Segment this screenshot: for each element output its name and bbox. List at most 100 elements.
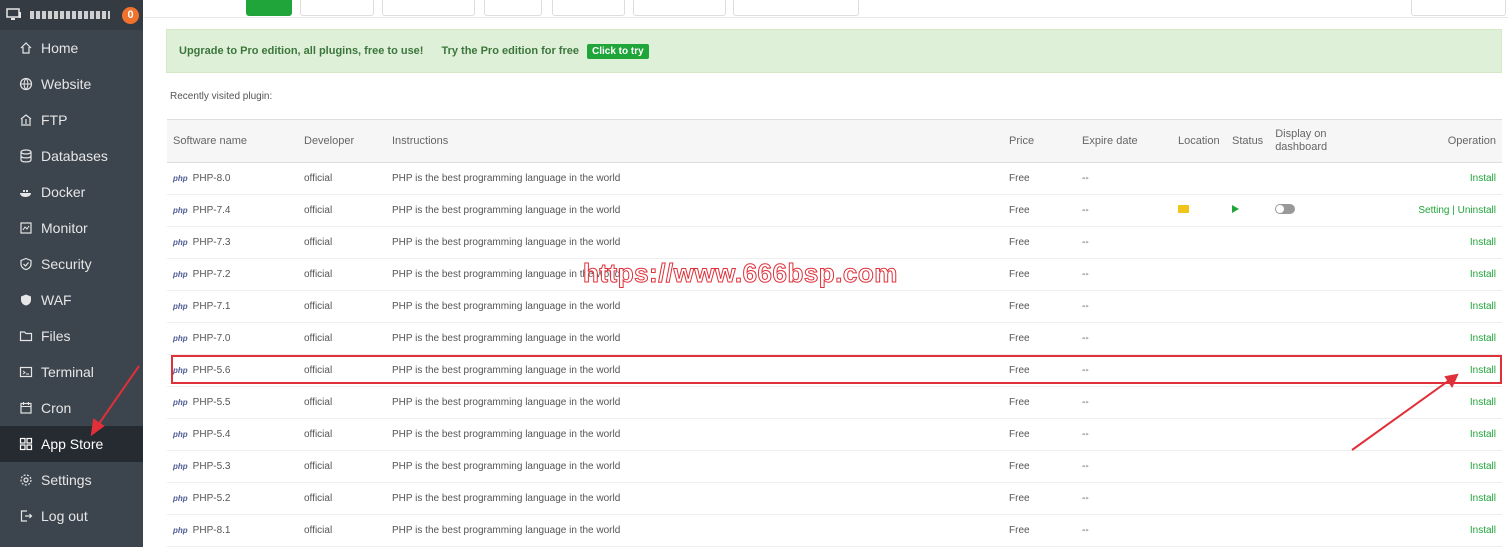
software-name-cell[interactable]: php PHP-7.2 [167,258,298,291]
database-icon [19,149,33,163]
install-link[interactable]: Install [1470,429,1496,440]
location-cell [1172,162,1226,195]
sidebar-item-terminal[interactable]: Terminal [0,354,143,390]
sidebar-item-monitor[interactable]: Monitor [0,210,143,246]
dashboard-cell [1269,354,1350,387]
logout-icon [19,509,33,523]
developer-cell: official [298,226,386,259]
instructions-cell: PHP is the best programming language in … [386,226,1003,259]
dashboard-toggle[interactable] [1275,204,1296,214]
install-link[interactable]: Install [1470,333,1496,344]
instructions-cell: PHP is the best programming language in … [386,482,1003,515]
software-name: PHP-7.2 [192,269,231,280]
operation-cell: Install [1349,354,1502,387]
location-cell [1172,290,1226,323]
php-logo-icon: php [173,366,188,375]
table-body: php PHP-8.0 official PHP is the best progra… [167,162,1502,547]
tab-category[interactable] [552,0,625,16]
sidebar-item-databases[interactable]: Databases [0,138,143,174]
software-name: PHP-7.4 [192,205,231,216]
sidebar-item-docker[interactable]: Docker [0,174,143,210]
sidebar-item-label: Docker [41,184,86,200]
folder-icon[interactable] [1178,205,1189,213]
sidebar-item-log-out[interactable]: Log out [0,498,143,534]
software-name-cell[interactable]: php PHP-5.4 [167,418,298,451]
install-link[interactable]: Install [1470,493,1496,504]
operation-cell: Install [1349,386,1502,419]
install-link[interactable]: Install [1470,173,1496,184]
software-name-cell[interactable]: php PHP-5.5 [167,386,298,419]
sidebar-item-label: Cron [41,400,72,416]
install-link[interactable]: Install [1470,301,1496,312]
sidebar-item-waf[interactable]: WAF [0,282,143,318]
status-cell [1226,450,1270,483]
tab-category[interactable] [300,0,374,16]
software-name: PHP-5.4 [192,429,231,440]
expire-date-cell: -- [1076,162,1172,195]
tab-category[interactable] [633,0,726,16]
status-cell [1226,354,1270,387]
install-link[interactable]: Install [1470,237,1496,248]
sidebar-item-settings[interactable]: Settings [0,462,143,498]
waf-shield-icon [19,293,33,307]
grid-icon [19,437,33,451]
shield-icon [19,257,33,271]
instructions-cell: PHP is the best programming language in … [386,386,1003,419]
software-name-cell[interactable]: php PHP-5.6 [167,354,298,387]
software-name-cell[interactable]: php PHP-5.3 [167,450,298,483]
software-name-cell[interactable]: php PHP-7.0 [167,322,298,355]
status-cell [1226,162,1270,195]
software-name-cell[interactable]: php PHP-7.3 [167,226,298,259]
sidebar-item-ftp[interactable]: FTP [0,102,143,138]
install-link[interactable]: Install [1470,525,1496,536]
sidebar-item-label: Files [41,328,71,344]
globe-icon [19,77,33,91]
dashboard-cell [1269,418,1350,451]
ftp-icon [19,113,33,127]
col-expire-date: Expire date [1076,119,1172,163]
instructions-cell: PHP is the best programming language in … [386,258,1003,291]
click-to-try-button[interactable]: Click to try [587,43,649,59]
sidebar-item-security[interactable]: Security [0,246,143,282]
operation-cell: Install [1349,258,1502,291]
dashboard-cell [1269,514,1350,547]
install-link[interactable]: Install [1470,461,1496,472]
instructions-cell: PHP is the best programming language in … [386,418,1003,451]
operation-cell: Install [1349,418,1502,451]
sidebar-item-home[interactable]: Home [0,30,143,66]
software-name-cell[interactable]: php PHP-7.1 [167,290,298,323]
install-link[interactable]: Install [1470,365,1496,376]
price-cell: Free [1003,450,1076,483]
install-link[interactable]: Install [1470,269,1496,280]
sidebar-item-website[interactable]: Website [0,66,143,102]
tab-category[interactable] [484,0,542,16]
location-cell [1172,322,1226,355]
tab-all[interactable] [246,0,292,16]
dashboard-cell [1269,194,1350,227]
software-name-cell[interactable]: php PHP-8.0 [167,162,298,195]
pro-upgrade-banner: Upgrade to Pro edition, all plugins, fre… [166,29,1502,73]
tab-category[interactable] [733,0,859,16]
notification-badge[interactable]: 0 [122,6,139,24]
sidebar-item-app-store[interactable]: App Store [0,426,143,462]
price-cell: Free [1003,290,1076,323]
expire-date-cell: -- [1076,290,1172,323]
folder-icon [19,329,33,343]
sidebar-item-files[interactable]: Files [0,318,143,354]
tab-category[interactable] [382,0,475,16]
dashboard-cell [1269,258,1350,291]
sidebar-item-cron[interactable]: Cron [0,390,143,426]
install-link[interactable]: Install [1470,397,1496,408]
status-cell [1226,386,1270,419]
sidebar-item-label: Log out [41,508,88,524]
play-status-icon[interactable] [1232,205,1239,213]
server-brand[interactable]: 0 [0,0,143,30]
software-name-cell[interactable]: php PHP-5.2 [167,482,298,515]
status-cell [1226,418,1270,451]
php-logo-icon: php [173,398,188,407]
software-name-cell[interactable]: php PHP-8.1 [167,514,298,547]
setting-uninstall-links[interactable]: Setting | Uninstall [1418,205,1496,216]
search-box[interactable] [1411,0,1506,16]
software-name-cell[interactable]: php PHP-7.4 [167,194,298,227]
promo-try-text: Try the Pro edition for free [441,45,579,57]
